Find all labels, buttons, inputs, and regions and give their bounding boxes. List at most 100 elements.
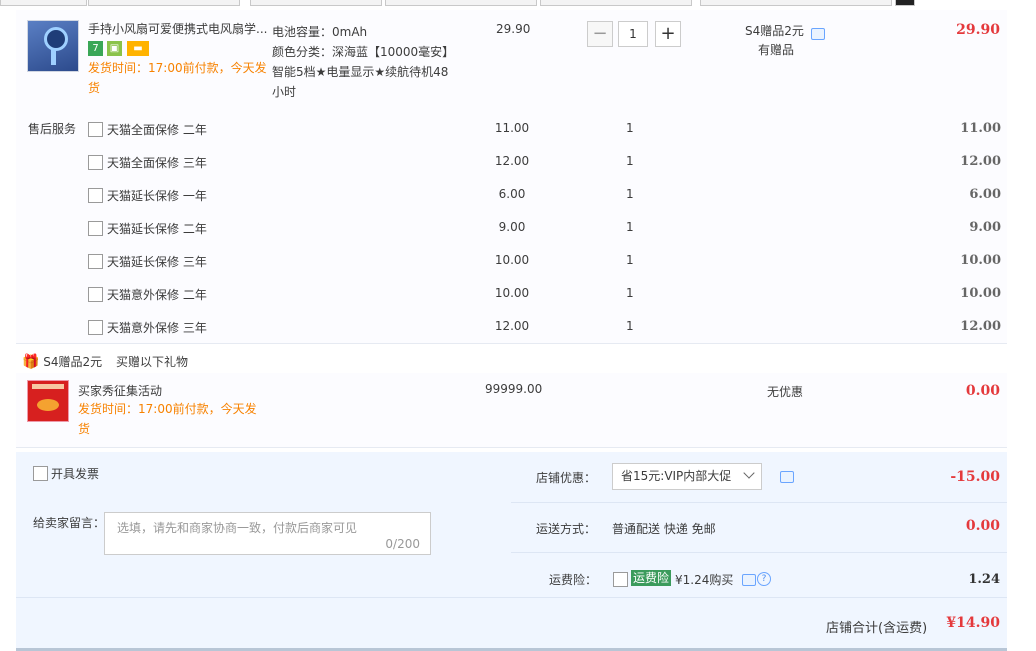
service-qty: 1: [626, 121, 634, 135]
service-price: 11.00: [494, 121, 530, 135]
service-name: 天猫意外保修 三年: [107, 321, 207, 335]
item-total: 29.90: [956, 22, 1000, 38]
tab-stub[interactable]: [0, 0, 87, 6]
service-row: 天猫全面保修 二年 11.00 1 11.00: [0, 118, 1036, 151]
service-checkbox[interactable]: [88, 221, 103, 236]
service-qty: 1: [626, 319, 634, 333]
service-checkbox[interactable]: [88, 287, 103, 302]
service-checkbox[interactable]: [88, 320, 103, 335]
store-total-label: 店铺合计(含运费): [826, 621, 928, 636]
tab-stub[interactable]: [540, 0, 692, 6]
invoice-label: 开具发票: [51, 467, 100, 481]
service-row: 天猫延长保修 二年 9.00 1 9.00: [0, 217, 1036, 250]
shipping-label: 运送方式：: [536, 522, 597, 536]
gift-icon: 🎁: [22, 354, 40, 370]
service-row: 天猫全面保修 三年 12.00 1 12.00: [0, 151, 1036, 184]
service-total: 9.00: [969, 220, 1001, 235]
service-total: 12.00: [960, 154, 1001, 169]
service-name: 天猫延长保修 三年: [107, 255, 207, 269]
gift-price: 99999.00: [485, 382, 543, 396]
store-total-value: ¥14.90: [946, 615, 1000, 631]
message-count: 0/200: [385, 537, 420, 551]
gift-header: 🎁 S4赠品2元 买赠以下礼物: [22, 353, 188, 370]
message-label: 给卖家留言：: [33, 516, 106, 530]
tab-stub[interactable]: [895, 0, 915, 6]
service-price: 9.00: [498, 220, 526, 234]
insurance-amount: 1.24: [968, 572, 1000, 587]
seven-day-return-badge: 7: [88, 41, 103, 56]
gift-discount: 无优惠: [767, 385, 804, 399]
shop-discount-label: 店铺优惠：: [536, 471, 597, 485]
card-icon: ▬: [127, 41, 149, 56]
gift-title[interactable]: 买家秀征集活动: [78, 382, 162, 399]
service-qty: 1: [626, 187, 634, 201]
gift-label: S4赠品2元: [745, 24, 804, 38]
service-total: 6.00: [969, 187, 1001, 202]
service-qty: 1: [626, 286, 634, 300]
tab-stub[interactable]: [88, 0, 240, 6]
quality-icon: ▣: [107, 41, 122, 56]
shipping-amount: 0.00: [965, 518, 1000, 534]
shop-discount-select[interactable]: 省15元:VIP内部大促: [612, 463, 762, 490]
service-name: 天猫延长保修 一年: [107, 189, 207, 203]
fan-icon: [44, 27, 68, 51]
decrease-button[interactable]: −: [587, 21, 613, 47]
sku-color: 颜色分类：深海蓝【10000毫安】智能5档★电量显示★续航待机48小时: [272, 45, 455, 99]
tab-stub[interactable]: [250, 0, 382, 6]
service-checkbox[interactable]: [88, 254, 103, 269]
service-qty: 1: [626, 154, 634, 168]
sku-info: 电池容量：0mAh 颜色分类：深海蓝【10000毫安】智能5档★电量显示★续航待…: [272, 22, 457, 102]
quantity-input[interactable]: 1: [618, 21, 648, 47]
shipping-value: 普通配送 快递 免邮: [612, 522, 716, 536]
chat-bubble-icon[interactable]: [742, 574, 756, 586]
chat-bubble-icon[interactable]: [811, 28, 825, 40]
service-price: 10.00: [494, 286, 530, 300]
gift-thumbnail[interactable]: [27, 380, 69, 422]
service-row: 天猫延长保修 三年 10.00 1 10.00: [0, 250, 1036, 283]
service-total: 11.00: [960, 121, 1001, 136]
service-total: 10.00: [960, 286, 1001, 301]
invoice-checkbox[interactable]: [33, 466, 48, 481]
tab-stub[interactable]: [385, 0, 537, 6]
service-price: 6.00: [498, 187, 526, 201]
browser-tab-strip: [0, 0, 1036, 6]
question-circle-icon[interactable]: ?: [757, 572, 771, 586]
gift-total: 0.00: [965, 383, 1000, 399]
service-total: 12.00: [960, 319, 1001, 334]
increase-button[interactable]: +: [655, 21, 681, 47]
service-checkbox[interactable]: [88, 122, 103, 137]
gift-ship-time: 发货时间：17:00前付款，今天发货: [78, 402, 257, 436]
chat-bubble-icon[interactable]: [780, 471, 794, 483]
shop-discount-value: 省15元:VIP内部大促: [621, 469, 732, 483]
ship-time-note: 发货时间：17:00前付款，今天发货: [88, 61, 267, 95]
service-qty: 1: [626, 220, 634, 234]
service-qty: 1: [626, 253, 634, 267]
service-name: 天猫全面保修 二年: [107, 123, 207, 137]
service-checkbox[interactable]: [88, 188, 103, 203]
service-name: 天猫意外保修 二年: [107, 288, 207, 302]
insurance-badge: 运费险: [631, 570, 672, 586]
gift-header-note: 买赠以下礼物: [115, 355, 188, 369]
sku-battery: 电池容量：0mAh: [272, 25, 368, 39]
product-thumbnail[interactable]: [27, 20, 79, 72]
service-name: 天猫全面保修 三年: [107, 156, 207, 170]
insurance-price: ¥1.24购买: [675, 573, 734, 587]
service-checkbox[interactable]: [88, 155, 103, 170]
message-placeholder: 选填，请先和商家协商一致，付款后商家可见: [117, 521, 358, 535]
service-row: 天猫意外保修 二年 10.00 1 10.00: [0, 283, 1036, 316]
has-gift-label: 有赠品: [758, 43, 795, 57]
service-name: 天猫延长保修 二年: [107, 222, 207, 236]
insurance-label: 运费险：: [549, 573, 598, 587]
service-price: 12.00: [494, 319, 530, 333]
unit-price: 29.90: [496, 22, 531, 36]
gift-header-label: S4赠品2元: [43, 355, 103, 369]
product-title[interactable]: 手持小风扇可爱便携式电风扇学...: [88, 20, 268, 37]
service-price: 12.00: [494, 154, 530, 168]
service-price: 10.00: [494, 253, 530, 267]
service-row: 天猫延长保修 一年 6.00 1 6.00: [0, 184, 1036, 217]
insurance-checkbox[interactable]: [613, 572, 628, 587]
tab-stub[interactable]: [700, 0, 892, 6]
service-total: 10.00: [960, 253, 1001, 268]
seller-message-input[interactable]: 选填，请先和商家协商一致，付款后商家可见 0/200: [104, 512, 431, 555]
chevron-down-icon: [743, 467, 755, 479]
